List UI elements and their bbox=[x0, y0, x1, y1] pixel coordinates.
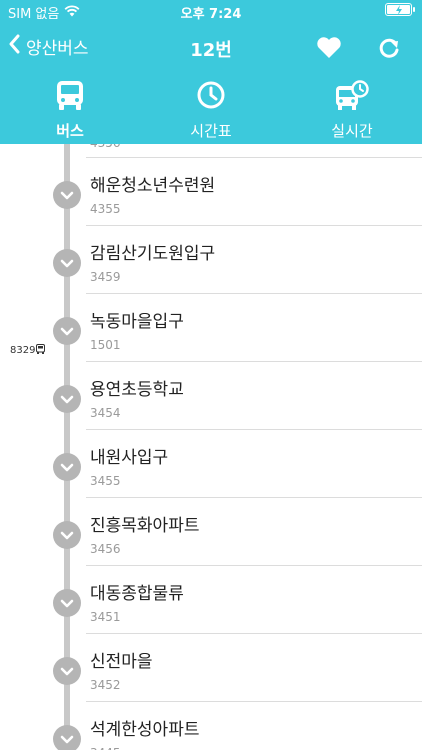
chevron-down-icon bbox=[53, 657, 81, 685]
stop-name: 진흥목화아파트 bbox=[90, 516, 200, 536]
tab-bus[interactable]: 버스 bbox=[10, 80, 130, 142]
favorite-heart-icon[interactable] bbox=[316, 36, 342, 63]
tab-timetable[interactable]: 시간표 bbox=[151, 80, 271, 142]
chevron-down-icon bbox=[53, 453, 81, 481]
stop-name: 석계한성아파트 bbox=[90, 720, 200, 740]
header: SIM 없음 오후 7:24 양산버스 12번 버스 시간표 실시간 bbox=[0, 0, 422, 144]
chevron-down-icon bbox=[53, 725, 81, 750]
stop-name: 감림산기도원입구 bbox=[90, 244, 216, 264]
stop-number: 3451 bbox=[90, 610, 121, 624]
stop-name: 녹동마을입구 bbox=[90, 312, 184, 332]
chevron-down-icon bbox=[53, 317, 81, 345]
small-bus-icon bbox=[36, 344, 46, 357]
list-item[interactable]: 내원사입구 3455 bbox=[0, 429, 422, 497]
tab-realtime[interactable]: 실시간 bbox=[292, 80, 412, 142]
nav-bar: 양산버스 12번 bbox=[0, 24, 422, 70]
stop-list[interactable]: 4356 해운청소년수련원 4355 감림산기도원입구 3459 녹동마을입구 … bbox=[0, 144, 422, 750]
partial-stop-number: 4356 bbox=[90, 144, 121, 150]
stop-number: 3445 bbox=[90, 746, 121, 750]
realtime-bus-icon bbox=[335, 80, 369, 116]
chevron-down-icon bbox=[53, 521, 81, 549]
list-item[interactable]: 감림산기도원입구 3459 bbox=[0, 225, 422, 293]
battery-icon bbox=[385, 3, 415, 16]
list-item[interactable]: 해운청소년수련원 4355 bbox=[0, 157, 422, 225]
status-bar: SIM 없음 오후 7:24 bbox=[0, 0, 422, 22]
clock-icon bbox=[196, 80, 226, 114]
stop-name: 해운청소년수련원 bbox=[90, 176, 216, 196]
list-item[interactable]: 신전마을 3452 bbox=[0, 633, 422, 701]
stop-number: 1501 bbox=[90, 338, 121, 352]
status-time: 오후 7:24 bbox=[180, 7, 242, 22]
chevron-down-icon bbox=[53, 181, 81, 209]
refresh-icon[interactable] bbox=[377, 36, 401, 64]
list-item[interactable]: 석계한성아파트 3445 bbox=[0, 701, 422, 750]
stop-name: 신전마을 bbox=[90, 652, 153, 672]
stop-number: 4355 bbox=[90, 202, 121, 216]
stop-name: 용연초등학교 bbox=[90, 380, 184, 400]
tab-bar: 버스 시간표 실시간 bbox=[0, 80, 422, 144]
chevron-down-icon bbox=[53, 589, 81, 617]
back-label: 양산버스 bbox=[26, 39, 89, 59]
bus-plate: 8329 bbox=[10, 345, 36, 356]
stop-number: 3452 bbox=[90, 678, 121, 692]
chevron-down-icon bbox=[53, 249, 81, 277]
stop-number: 3455 bbox=[90, 474, 121, 488]
stop-number: 3456 bbox=[90, 542, 121, 556]
tab-timetable-label: 시간표 bbox=[190, 122, 232, 140]
stop-number: 3459 bbox=[90, 270, 121, 284]
back-button[interactable]: 양산버스 bbox=[8, 34, 89, 59]
bus-icon bbox=[55, 80, 85, 116]
list-item[interactable]: 대동종합물류 3451 bbox=[0, 565, 422, 633]
tab-realtime-label: 실시간 bbox=[331, 122, 373, 140]
list-item[interactable]: 녹동마을입구 1501 8329 bbox=[0, 293, 422, 361]
stop-name: 내원사입구 bbox=[90, 448, 169, 468]
list-item[interactable]: 용연초등학교 3454 bbox=[0, 361, 422, 429]
stop-number: 3454 bbox=[90, 406, 121, 420]
tab-bus-label: 버스 bbox=[56, 122, 84, 140]
chevron-down-icon bbox=[53, 385, 81, 413]
stop-name: 대동종합물류 bbox=[90, 584, 184, 604]
chevron-left-icon bbox=[8, 34, 20, 59]
list-item[interactable]: 진흥목화아파트 3456 bbox=[0, 497, 422, 565]
bus-position-marker[interactable]: 8329 bbox=[10, 344, 46, 357]
